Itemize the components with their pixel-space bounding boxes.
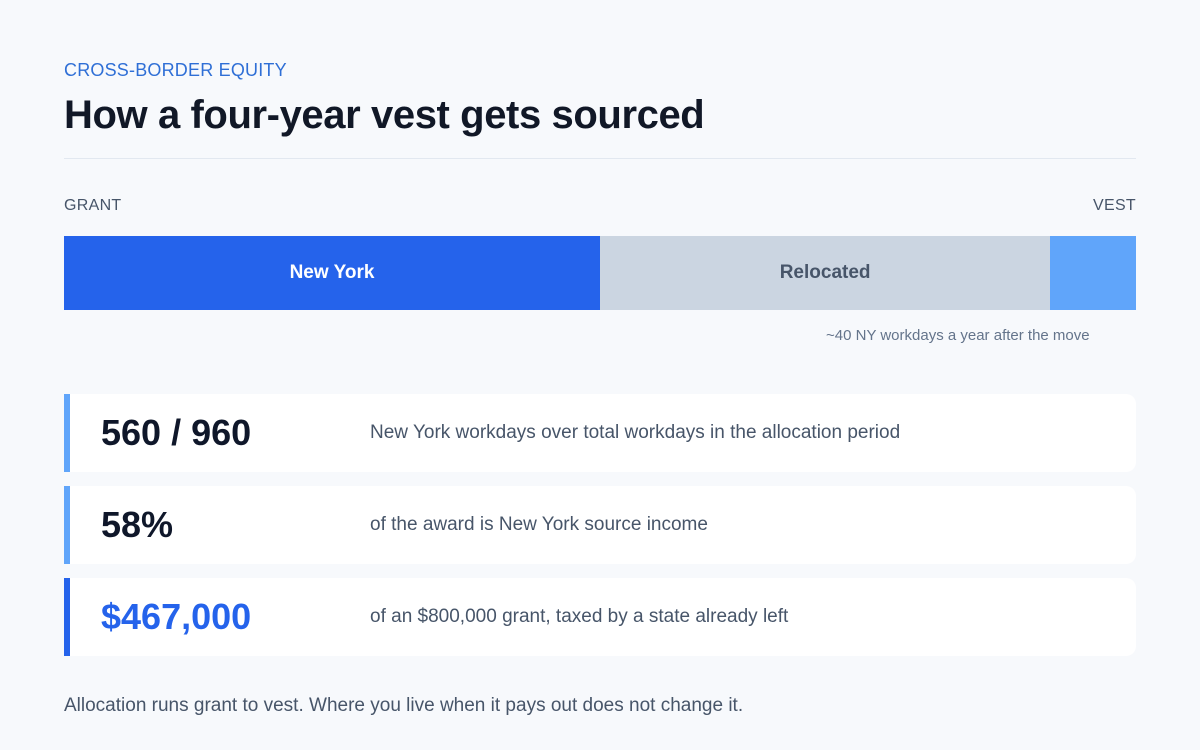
page: CROSS-BORDER EQUITY How a four-year vest… xyxy=(0,0,1200,750)
stat-accent-bar xyxy=(64,394,70,472)
page-title: How a four-year vest gets sourced xyxy=(64,93,705,137)
stat-accent-bar xyxy=(64,486,70,564)
stat-card-percentage: 58% of the award is New York source inco… xyxy=(64,486,1136,564)
stat-value-percentage: 58% xyxy=(101,504,174,545)
timeline-end-label: VEST xyxy=(1093,197,1136,214)
stat-desc-percentage: of the award is New York source income xyxy=(370,514,708,535)
footer-note: Allocation runs grant to vest. Where you… xyxy=(64,695,744,716)
stat-desc-workdays: New York workdays over total workdays in… xyxy=(370,422,901,443)
stat-desc-amount: of an $800,000 grant, taxed by a state a… xyxy=(370,606,789,627)
stat-value-workdays: 560 / 960 xyxy=(101,412,252,453)
timeline-start-label: GRANT xyxy=(64,197,122,214)
stat-card-amount: $467,000 of an $800,000 grant, taxed by … xyxy=(64,578,1136,656)
segment-final-period xyxy=(1050,236,1136,310)
header-divider xyxy=(64,158,1136,159)
timeline-note: ~40 NY workdays a year after the move xyxy=(826,327,1090,344)
segment-relocated: Relocated xyxy=(600,236,1051,310)
stat-accent-bar xyxy=(64,578,70,656)
segment-new-york: New York xyxy=(64,236,600,310)
timeline-bar: New York Relocated xyxy=(64,236,1136,310)
eyebrow-label: CROSS-BORDER EQUITY xyxy=(64,60,287,80)
stat-card-workdays: 560 / 960 New York workdays over total w… xyxy=(64,394,1136,472)
stat-value-amount: $467,000 xyxy=(101,596,252,637)
